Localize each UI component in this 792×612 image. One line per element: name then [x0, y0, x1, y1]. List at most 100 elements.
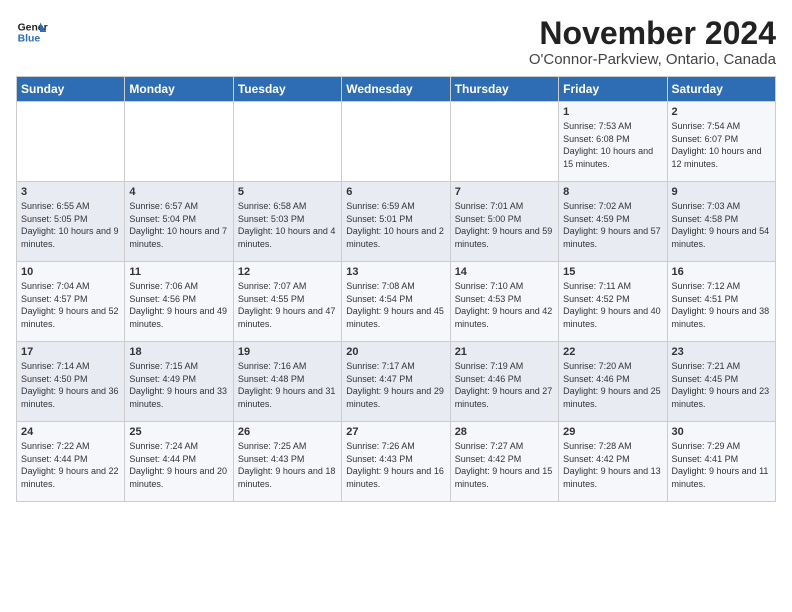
day-info: Sunrise: 7:19 AM Sunset: 4:46 PM Dayligh… — [455, 360, 554, 410]
calendar-cell: 20 Sunrise: 7:17 AM Sunset: 4:47 PM Dayli… — [342, 342, 450, 422]
day-info: Sunrise: 7:01 AM Sunset: 5:00 PM Dayligh… — [455, 200, 554, 250]
day-number: 7 — [455, 186, 554, 198]
day-number: 13 — [346, 266, 445, 278]
day-number: 23 — [672, 346, 771, 358]
day-info: Sunrise: 7:12 AM Sunset: 4:51 PM Dayligh… — [672, 280, 771, 330]
calendar-cell: 26 Sunrise: 7:25 AM Sunset: 4:43 PM Dayli… — [233, 422, 341, 502]
calendar-cell: 12 Sunrise: 7:07 AM Sunset: 4:55 PM Dayli… — [233, 262, 341, 342]
day-number: 22 — [563, 346, 662, 358]
day-info: Sunrise: 7:11 AM Sunset: 4:52 PM Dayligh… — [563, 280, 662, 330]
day-number: 5 — [238, 186, 337, 198]
calendar-cell: 10Sunrise: 7:04 AM Sunset: 4:57 PM Dayli… — [17, 262, 125, 342]
svg-text:Blue: Blue — [18, 34, 41, 45]
calendar-cell: 9Sunrise: 7:03 AM Sunset: 4:58 PM Daylig… — [667, 182, 775, 262]
day-number: 4 — [129, 186, 228, 198]
day-info: Sunrise: 7:14 AM Sunset: 4:50 PM Dayligh… — [21, 360, 120, 410]
calendar-cell: 7 Sunrise: 7:01 AM Sunset: 5:00 PM Daylig… — [450, 182, 558, 262]
month-title: November 2024 — [529, 16, 776, 51]
title-block: November 2024 O'Connor-Parkview, Ontario… — [529, 16, 776, 68]
day-number: 28 — [455, 426, 554, 438]
day-info: Sunrise: 7:54 AM Sunset: 6:07 PM Dayligh… — [672, 120, 771, 170]
calendar-cell: 22 Sunrise: 7:20 AM Sunset: 4:46 PM Dayli… — [559, 342, 667, 422]
day-info: Sunrise: 7:53 AM Sunset: 6:08 PM Dayligh… — [563, 120, 662, 170]
page-header: General Blue November 2024 O'Connor-Park… — [16, 16, 776, 68]
calendar-cell: 27 Sunrise: 7:26 AM Sunset: 4:43 PM Dayli… — [342, 422, 450, 502]
calendar-header-row: SundayMondayTuesdayWednesdayThursdayFrid… — [17, 77, 776, 102]
day-number: 21 — [455, 346, 554, 358]
day-info: Sunrise: 7:07 AM Sunset: 4:55 PM Dayligh… — [238, 280, 337, 330]
calendar-cell: 6Sunrise: 6:59 AM Sunset: 5:01 PM Daylig… — [342, 182, 450, 262]
day-number: 27 — [346, 426, 445, 438]
calendar-cell: 5 Sunrise: 6:58 AM Sunset: 5:03 PM Daylig… — [233, 182, 341, 262]
day-info: Sunrise: 7:06 AM Sunset: 4:56 PM Dayligh… — [129, 280, 228, 330]
calendar-cell: 18 Sunrise: 7:15 AM Sunset: 4:49 PM Dayli… — [125, 342, 233, 422]
calendar-cell: 2 Sunrise: 7:54 AM Sunset: 6:07 PM Daylig… — [667, 102, 775, 182]
logo: General Blue — [16, 16, 48, 48]
day-number: 20 — [346, 346, 445, 358]
day-number: 16 — [672, 266, 771, 278]
weekday-header-wednesday: Wednesday — [342, 77, 450, 102]
weekday-header-thursday: Thursday — [450, 77, 558, 102]
day-info: Sunrise: 7:20 AM Sunset: 4:46 PM Dayligh… — [563, 360, 662, 410]
day-number: 8 — [563, 186, 662, 198]
calendar-cell — [125, 102, 233, 182]
day-number: 24 — [21, 426, 120, 438]
day-info: Sunrise: 7:21 AM Sunset: 4:45 PM Dayligh… — [672, 360, 771, 410]
day-number: 14 — [455, 266, 554, 278]
calendar-week-row: 10Sunrise: 7:04 AM Sunset: 4:57 PM Dayli… — [17, 262, 776, 342]
calendar-cell: 21 Sunrise: 7:19 AM Sunset: 4:46 PM Dayli… — [450, 342, 558, 422]
day-info: Sunrise: 7:08 AM Sunset: 4:54 PM Dayligh… — [346, 280, 445, 330]
calendar-cell: 14 Sunrise: 7:10 AM Sunset: 4:53 PM Dayli… — [450, 262, 558, 342]
day-number: 25 — [129, 426, 228, 438]
calendar-cell: 1 Sunrise: 7:53 AM Sunset: 6:08 PM Daylig… — [559, 102, 667, 182]
calendar-week-row: 3 Sunrise: 6:55 AM Sunset: 5:05 PM Daylig… — [17, 182, 776, 262]
calendar-cell — [233, 102, 341, 182]
day-number: 19 — [238, 346, 337, 358]
day-number: 15 — [563, 266, 662, 278]
day-number: 2 — [672, 106, 771, 118]
calendar-cell — [450, 102, 558, 182]
calendar-cell: 17 Sunrise: 7:14 AM Sunset: 4:50 PM Dayli… — [17, 342, 125, 422]
calendar-cell — [17, 102, 125, 182]
day-number: 1 — [563, 106, 662, 118]
calendar-cell: 15 Sunrise: 7:11 AM Sunset: 4:52 PM Dayli… — [559, 262, 667, 342]
calendar-cell: 16 Sunrise: 7:12 AM Sunset: 4:51 PM Dayli… — [667, 262, 775, 342]
day-number: 30 — [672, 426, 771, 438]
day-info: Sunrise: 7:22 AM Sunset: 4:44 PM Dayligh… — [21, 440, 120, 490]
calendar-cell: 25 Sunrise: 7:24 AM Sunset: 4:44 PM Dayli… — [125, 422, 233, 502]
day-number: 26 — [238, 426, 337, 438]
logo-icon: General Blue — [16, 16, 48, 48]
day-number: 12 — [238, 266, 337, 278]
day-info: Sunrise: 7:27 AM Sunset: 4:42 PM Dayligh… — [455, 440, 554, 490]
day-info: Sunrise: 7:15 AM Sunset: 4:49 PM Dayligh… — [129, 360, 228, 410]
day-number: 18 — [129, 346, 228, 358]
calendar-cell: 11Sunrise: 7:06 AM Sunset: 4:56 PM Dayli… — [125, 262, 233, 342]
day-number: 3 — [21, 186, 120, 198]
weekday-header-monday: Monday — [125, 77, 233, 102]
day-info: Sunrise: 6:55 AM Sunset: 5:05 PM Dayligh… — [21, 200, 120, 250]
calendar-cell: 4Sunrise: 6:57 AM Sunset: 5:04 PM Daylig… — [125, 182, 233, 262]
day-number: 10 — [21, 266, 120, 278]
day-info: Sunrise: 7:03 AM Sunset: 4:58 PM Dayligh… — [672, 200, 771, 250]
day-info: Sunrise: 7:29 AM Sunset: 4:41 PM Dayligh… — [672, 440, 771, 490]
calendar-week-row: 1 Sunrise: 7:53 AM Sunset: 6:08 PM Daylig… — [17, 102, 776, 182]
weekday-header-saturday: Saturday — [667, 77, 775, 102]
calendar-week-row: 17 Sunrise: 7:14 AM Sunset: 4:50 PM Dayli… — [17, 342, 776, 422]
day-number: 29 — [563, 426, 662, 438]
day-info: Sunrise: 7:17 AM Sunset: 4:47 PM Dayligh… — [346, 360, 445, 410]
location-subtitle: O'Connor-Parkview, Ontario, Canada — [529, 51, 776, 68]
calendar-week-row: 24 Sunrise: 7:22 AM Sunset: 4:44 PM Dayli… — [17, 422, 776, 502]
day-info: Sunrise: 7:26 AM Sunset: 4:43 PM Dayligh… — [346, 440, 445, 490]
day-info: Sunrise: 6:58 AM Sunset: 5:03 PM Dayligh… — [238, 200, 337, 250]
calendar-table: SundayMondayTuesdayWednesdayThursdayFrid… — [16, 76, 776, 502]
weekday-header-friday: Friday — [559, 77, 667, 102]
day-number: 17 — [21, 346, 120, 358]
day-info: Sunrise: 7:25 AM Sunset: 4:43 PM Dayligh… — [238, 440, 337, 490]
calendar-cell: 30 Sunrise: 7:29 AM Sunset: 4:41 PM Dayli… — [667, 422, 775, 502]
day-info: Sunrise: 7:24 AM Sunset: 4:44 PM Dayligh… — [129, 440, 228, 490]
day-info: Sunrise: 7:10 AM Sunset: 4:53 PM Dayligh… — [455, 280, 554, 330]
calendar-cell: 23 Sunrise: 7:21 AM Sunset: 4:45 PM Dayli… — [667, 342, 775, 422]
calendar-cell: 24 Sunrise: 7:22 AM Sunset: 4:44 PM Dayli… — [17, 422, 125, 502]
weekday-header-tuesday: Tuesday — [233, 77, 341, 102]
calendar-cell: 3 Sunrise: 6:55 AM Sunset: 5:05 PM Daylig… — [17, 182, 125, 262]
